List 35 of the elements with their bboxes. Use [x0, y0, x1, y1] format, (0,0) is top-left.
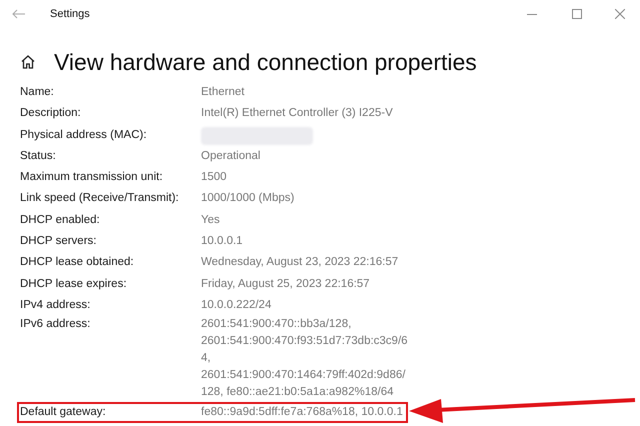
home-icon[interactable]	[20, 54, 36, 70]
property-value: Wednesday, August 23, 2023 22:16:57	[201, 255, 398, 270]
property-value: 4,	[201, 351, 212, 366]
property-label: Name:	[20, 85, 55, 100]
property-value: 128, fe80::ae21:b0:5a1a:a982%18/64	[201, 385, 394, 400]
property-value: Operational	[201, 148, 260, 164]
property-value: 1000/1000 (Mbps)	[201, 191, 294, 206]
property-label: Physical address (MAC):	[20, 128, 148, 143]
property-value: 1500	[201, 170, 227, 186]
property-label: DHCP lease obtained:	[20, 255, 135, 270]
property-label: DHCP enabled:	[20, 212, 101, 228]
property-label: DHCP lease expires:	[20, 276, 128, 292]
property-label: DHCP servers:	[20, 234, 98, 250]
property-label: IPv4 address:	[20, 298, 92, 313]
property-value: Ethernet	[201, 85, 244, 100]
property-label: Description:	[20, 106, 82, 122]
back-icon[interactable]	[12, 9, 26, 19]
maximize-icon[interactable]	[572, 9, 582, 19]
property-label: Link speed (Receive/Transmit):	[20, 191, 180, 206]
close-icon[interactable]	[615, 9, 625, 19]
property-label: Status:	[20, 148, 57, 164]
property-value: 2601:541:900:470::bb3a/128,	[201, 317, 352, 332]
property-value: 10.0.0.1	[201, 234, 243, 250]
property-value: fe80::9a9d:5dff:fe7a:768a%18, 10.0.0.1	[201, 405, 403, 420]
property-value: Intel(R) Ethernet Controller (3) I225-V	[201, 106, 393, 122]
property-value: Yes	[201, 212, 220, 228]
property-value: 2601:541:900:470:1464:79ff:402d:9d86/	[201, 368, 406, 384]
property-value: Friday, August 25, 2023 22:16:57	[201, 276, 370, 292]
page-heading: View hardware and connection properties	[54, 48, 477, 76]
property-label: IPv6 address:	[20, 317, 92, 332]
window-title: Settings	[50, 8, 91, 20]
property-value: 2601:541:900:470:f93:51d7:73db:c3c9/6	[201, 334, 408, 350]
property-value: 10.0.0.222/24	[201, 298, 272, 313]
property-label: Maximum transmission unit:	[20, 170, 164, 186]
property-label: Default gateway:	[20, 405, 107, 420]
